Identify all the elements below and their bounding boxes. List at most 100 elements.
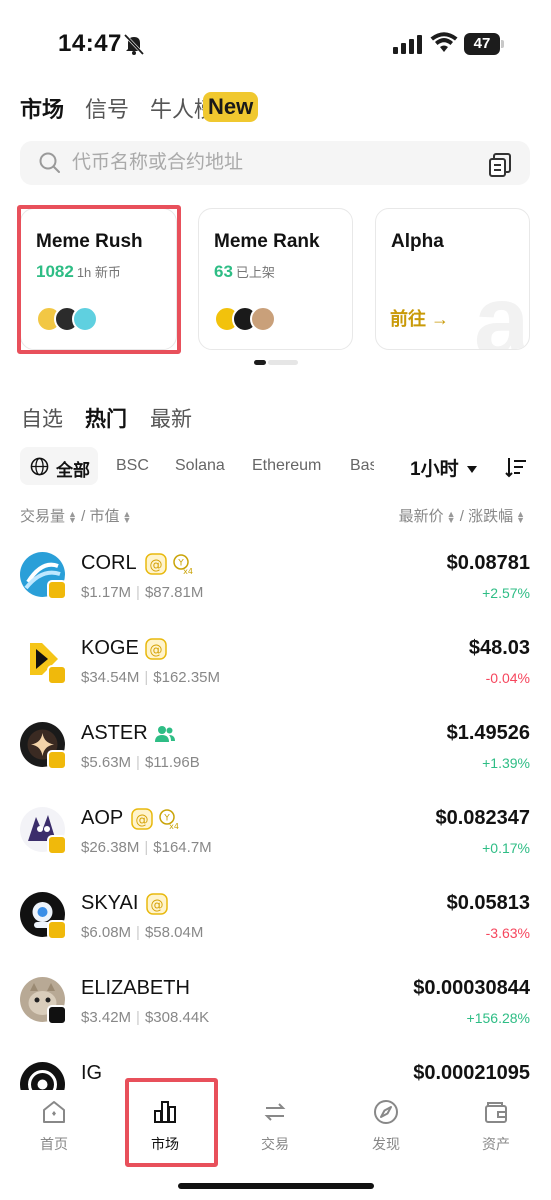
battery-indicator: 47 (464, 33, 504, 55)
chain-filter-base[interactable]: Bas (350, 457, 374, 475)
alpha-tag-icon: @ (131, 808, 153, 830)
bsc-chain-icon (47, 665, 67, 685)
battery-level: 47 (464, 33, 500, 55)
chain-filter-all[interactable]: 全部 (20, 447, 98, 485)
sort-arrows-icon: ▲ ▼ (68, 509, 77, 526)
search-bar[interactable] (20, 141, 530, 185)
search-input[interactable] (72, 147, 472, 179)
token-price: $0.00021095 (413, 1062, 530, 1084)
tab-hot[interactable]: 热门 (85, 403, 127, 433)
token-list: CORL @ Yx4 $1.17M | $87.81M $0.08781 +2.57… (0, 540, 551, 1090)
token-change: -3.63% (485, 925, 530, 941)
signal-icon (393, 35, 422, 54)
new-badge: New (203, 92, 259, 122)
tab-favorites[interactable]: 自选 (21, 403, 63, 433)
token-price: $1.49526 (446, 722, 530, 744)
chain-filter-bar: 全部 BSC Solana Ethereum Bas 1小时 (20, 447, 530, 485)
home-icon (43, 1101, 65, 1123)
token-price: $0.08781 (446, 552, 530, 574)
token-price: $0.082347 (435, 807, 530, 829)
sort-icon[interactable] (504, 455, 528, 479)
chain-filter-solana[interactable]: Solana (175, 457, 225, 475)
column-header-volume-mcap[interactable]: 交易量 ▲ ▼ / 市值 ▲ ▼ (20, 505, 131, 526)
token-change: +156.28% (466, 1010, 530, 1026)
column-header-price-change[interactable]: 最新价 ▲ ▼ / 涨跌幅 ▲ ▼ (399, 505, 525, 526)
table-row[interactable]: SKYAI @ $6.08M | $58.04M $0.05813 -3.63% (0, 880, 551, 965)
multiplier-tag-icon: Yx4 (159, 809, 179, 830)
token-change: +0.17% (482, 840, 530, 856)
token-symbol: ASTER (81, 722, 148, 744)
status-time: 14:47 (58, 30, 122, 57)
search-icon (39, 152, 60, 173)
token-volume-mcap: $1.17M | $87.81M (81, 584, 204, 601)
alpha-title: Alpha (391, 231, 444, 252)
token-change: +2.57% (482, 585, 530, 601)
community-icon (155, 726, 175, 742)
swap-icon (264, 1103, 286, 1121)
globe-icon (30, 457, 49, 476)
nav-trade[interactable]: 交易 (230, 1090, 320, 1160)
token-symbol: KOGE (81, 637, 139, 659)
bell-muted-icon (123, 33, 145, 56)
token-volume-mcap: $5.63M | $11.96B (81, 754, 200, 771)
alpha-watermark-icon: a (474, 265, 530, 350)
tab-newest[interactable]: 最新 (150, 403, 192, 433)
status-bar: 14:47 47 (0, 0, 551, 80)
token-symbol: ELIZABETH (81, 977, 190, 999)
alpha-tag-icon: @ (145, 553, 167, 575)
tab-signals[interactable]: 信号 (85, 92, 129, 124)
token-volume-mcap: $26.38M | $164.7M (81, 839, 212, 856)
highlight-box (125, 1078, 218, 1167)
sort-arrows-icon: ▲ ▼ (446, 509, 456, 526)
multiplier-tag-icon: Yx4 (173, 554, 193, 575)
token-symbol: AOP (81, 807, 124, 829)
chain-filter-ethereum[interactable]: Ethereum (252, 457, 321, 475)
svg-text:@: @ (151, 898, 164, 913)
token-icon-ig (20, 1062, 65, 1090)
sort-arrows-icon: ▲ ▼ (122, 509, 132, 526)
token-symbol: CORL (81, 552, 137, 574)
token-volume-mcap: $34.54M | $162.35M (81, 669, 220, 686)
token-price: $0.05813 (446, 892, 530, 914)
clipboard-icon[interactable] (487, 152, 513, 178)
table-row[interactable]: AOP @ Yx4 $26.38M | $164.7M $0.082347 +0.1… (0, 795, 551, 880)
highlight-box (17, 205, 181, 354)
chain-filter-bsc[interactable]: BSC (116, 457, 149, 475)
nav-home[interactable]: 首页 (9, 1090, 99, 1160)
bsc-chain-icon (47, 750, 67, 770)
home-indicator[interactable] (178, 1183, 374, 1189)
svg-text:@: @ (150, 643, 163, 658)
solana-chain-icon (47, 1005, 67, 1025)
table-row[interactable]: ASTER $5.63M | $11.96B $1.49526 +1.39% (0, 710, 551, 795)
bsc-chain-icon (47, 920, 67, 940)
avatar (250, 306, 276, 332)
svg-text:x4: x4 (183, 567, 193, 575)
token-volume-mcap: $6.08M | $58.04M (81, 924, 204, 941)
sort-arrows-icon: ▲ ▼ (516, 509, 525, 526)
time-filter-dropdown[interactable]: 1小时 (410, 454, 477, 481)
svg-text:@: @ (150, 558, 163, 573)
meme-rank-count: 63 已上架 (214, 262, 275, 281)
token-volume-mcap: $3.42M | $308.44K (81, 1009, 210, 1026)
table-row[interactable]: CORL @ Yx4 $1.17M | $87.81M $0.08781 +2.57… (0, 540, 551, 625)
alpha-card[interactable]: a Alpha 前往 → (375, 208, 530, 350)
compass-icon (374, 1100, 398, 1124)
token-symbol: SKYAI (81, 892, 139, 914)
svg-text:@: @ (136, 813, 149, 828)
caret-down-icon (466, 466, 477, 474)
alpha-goto-link[interactable]: 前往 → (390, 305, 449, 331)
token-symbol: IG (81, 1062, 103, 1084)
nav-discover[interactable]: 发现 (341, 1090, 431, 1160)
table-row[interactable]: ELIZABETH $3.42M | $308.44K $0.00030844 +1… (0, 965, 551, 1050)
table-row[interactable]: IG $0.00021095 (0, 1050, 551, 1090)
token-change: -0.04% (485, 670, 530, 686)
tab-market[interactable]: 市场 (20, 92, 64, 124)
table-row[interactable]: KOGE @ $34.54M | $162.35M $48.03 -0.04% (0, 625, 551, 710)
alpha-tag-icon: @ (146, 893, 168, 915)
token-price: $0.00030844 (413, 977, 530, 999)
bsc-chain-icon (47, 835, 67, 855)
alpha-tag-icon: @ (145, 638, 167, 660)
nav-assets[interactable]: 资产 (451, 1090, 541, 1160)
meme-rank-card[interactable]: Meme Rank 63 已上架 (198, 208, 353, 350)
meme-rank-title: Meme Rank (214, 231, 320, 252)
